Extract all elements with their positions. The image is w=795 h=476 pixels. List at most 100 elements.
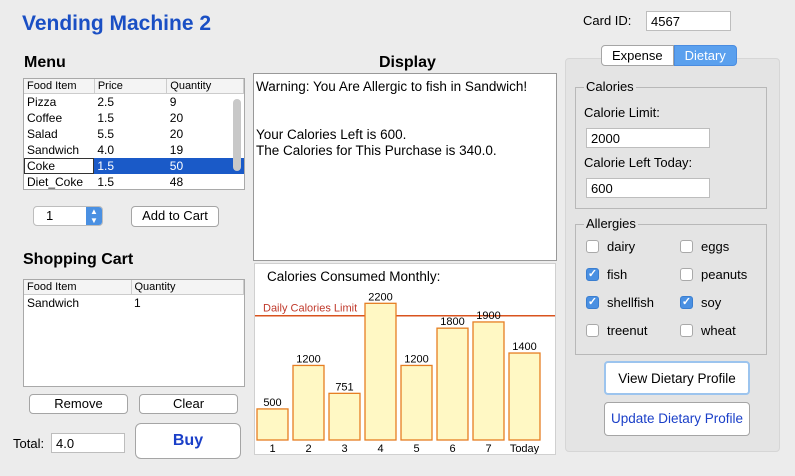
chart-bar — [508, 352, 541, 441]
menu-cell: Diet_Coke — [27, 175, 84, 189]
calories-chart: Calories Consumed Monthly: Daily Calories… — [254, 263, 556, 455]
cart-table[interactable]: Food Item Quantity Sandwich 1 — [23, 279, 245, 387]
menu-row[interactable]: Coke 1.5 50 — [24, 158, 244, 174]
menu-row[interactable]: Coffee 1.5 20 — [24, 110, 244, 126]
menu-cell: 19 — [169, 143, 184, 157]
clear-button[interactable]: Clear — [139, 394, 238, 414]
tab-dietary[interactable]: Dietary — [673, 45, 737, 66]
view-dietary-profile-button[interactable]: View Dietary Profile — [604, 361, 750, 395]
add-to-cart-button[interactable]: Add to Cart — [131, 206, 219, 227]
quantity-value: 1 — [46, 208, 54, 223]
bar-value-label: 751 — [335, 381, 353, 393]
allergies-group-label: Allergies — [584, 216, 638, 231]
chart-bar — [472, 321, 505, 441]
allergy-checkbox-peanuts[interactable]: peanuts — [680, 267, 747, 282]
menu-table[interactable]: Food Item Price Quantity Pizza 2.5 9 Coffee 1.… — [23, 78, 245, 190]
total-label: Total: — [13, 436, 45, 451]
x-tick-label: 3 — [341, 443, 347, 454]
total-field[interactable]: 4.0 — [51, 433, 125, 453]
display-heading: Display — [379, 54, 436, 71]
cart-cell: Sandwich — [27, 296, 80, 310]
allergy-checkbox-dairy[interactable]: dairy — [586, 239, 635, 254]
allergy-checkbox-shellfish[interactable]: shellfish — [586, 295, 654, 310]
checkbox-unchecked-icon[interactable] — [586, 240, 599, 253]
menu-column-header[interactable]: Food Item — [24, 79, 95, 94]
buy-button[interactable]: Buy — [135, 423, 241, 459]
bar-value-label: 1400 — [512, 341, 536, 353]
x-tick-label: 7 — [485, 443, 491, 454]
checkbox-unchecked-icon[interactable] — [680, 268, 693, 281]
checkbox-unchecked-icon[interactable] — [680, 324, 693, 337]
x-tick-label: 6 — [449, 443, 455, 454]
x-tick-label: Today — [510, 443, 540, 454]
allergy-label: wheat — [701, 323, 736, 338]
menu-scrollbar[interactable] — [233, 99, 241, 171]
menu-row[interactable]: Pizza 2.5 9 — [24, 94, 244, 111]
menu-cell: Salad — [27, 127, 58, 141]
allergy-checkbox-wheat[interactable]: wheat — [680, 323, 736, 338]
bar-value-label: 1900 — [476, 310, 500, 322]
chart-bar — [400, 364, 433, 441]
update-dietary-profile-button[interactable]: Update Dietary Profile — [604, 402, 750, 436]
menu-column-header[interactable]: Price — [94, 79, 168, 94]
display-panel: Warning: You Are Allergic to fish in San… — [253, 73, 557, 261]
allergy-label: soy — [701, 295, 722, 310]
menu-cell: 5.5 — [97, 127, 114, 141]
card-id-label: Card ID: — [583, 13, 632, 28]
cart-row[interactable]: Sandwich 1 — [24, 295, 244, 312]
cart-column-header[interactable]: Quantity — [131, 280, 244, 295]
x-tick-label: 4 — [377, 443, 383, 454]
calorie-limit-field[interactable]: 2000 — [586, 128, 710, 148]
tab-expense[interactable]: Expense — [601, 45, 674, 66]
menu-cell: 9 — [169, 95, 177, 109]
allergy-label: shellfish — [607, 295, 654, 310]
x-tick-label: 1 — [269, 443, 275, 454]
checkbox-unchecked-icon[interactable] — [680, 240, 693, 253]
allergy-checkbox-treenut[interactable]: treenut — [586, 323, 647, 338]
checkbox-checked-icon[interactable] — [586, 296, 599, 309]
bar-value-label: 1200 — [296, 353, 320, 365]
chart-bar — [256, 408, 289, 441]
allergy-checkbox-eggs[interactable]: eggs — [680, 239, 729, 254]
menu-column-header[interactable]: Quantity — [166, 79, 244, 94]
chart-bar — [436, 327, 469, 441]
allergy-label: dairy — [607, 239, 636, 254]
menu-cell: 20 — [169, 111, 184, 125]
calories-group: Calories Calorie Limit: 2000 Calorie Lef… — [575, 79, 767, 209]
display-purchase-calories: The Calories for This Purchase is 340.0. — [256, 143, 497, 158]
chart-bar — [328, 392, 361, 441]
menu-cell: Pizza — [27, 95, 57, 109]
allergy-label: eggs — [701, 239, 730, 254]
bar-value-label: 1200 — [404, 353, 428, 365]
bar-value-label: 1800 — [440, 316, 464, 328]
allergy-label: treenut — [607, 323, 648, 338]
checkbox-unchecked-icon[interactable] — [586, 324, 599, 337]
chart-title: Calories Consumed Monthly: — [267, 269, 440, 284]
calorie-left-field[interactable]: 600 — [586, 178, 710, 198]
menu-cell: 1.5 — [94, 158, 167, 174]
allergy-checkbox-soy[interactable]: soy — [680, 295, 721, 310]
cart-column-header[interactable]: Food Item — [24, 280, 132, 295]
allergy-checkbox-fish[interactable]: fish — [586, 267, 627, 282]
menu-row[interactable]: Salad 5.5 20 — [24, 126, 244, 142]
display-warning: Warning: You Are Allergic to fish in San… — [256, 79, 528, 94]
menu-cell: 1.5 — [97, 175, 114, 189]
checkbox-checked-icon[interactable] — [680, 296, 693, 309]
menu-cell: Coffee — [27, 111, 63, 125]
checkbox-checked-icon[interactable] — [586, 268, 599, 281]
cart-heading: Shopping Cart — [23, 251, 134, 268]
calories-group-label: Calories — [584, 79, 636, 94]
menu-row[interactable]: Diet_Coke 1.5 48 — [24, 174, 244, 189]
menu-cell: 48 — [169, 175, 184, 189]
allergies-group: Allergies dairy eggs fish peanuts shellfish s… — [575, 216, 767, 355]
cart-cell: 1 — [134, 296, 141, 310]
menu-row[interactable]: Sandwich 4.0 19 — [24, 142, 244, 158]
remove-button[interactable]: Remove — [29, 394, 128, 414]
tab-bar: Expense Dietary — [601, 45, 737, 66]
chart-bar — [364, 302, 397, 441]
x-tick-label: 2 — [305, 443, 311, 454]
stepper-arrows-icon[interactable]: ▲ ▼ — [86, 207, 102, 225]
quantity-stepper[interactable]: 1 ▲ ▼ — [33, 206, 103, 226]
card-id-field[interactable]: 4567 — [646, 11, 731, 31]
calorie-left-label: Calorie Left Today: — [584, 155, 693, 170]
